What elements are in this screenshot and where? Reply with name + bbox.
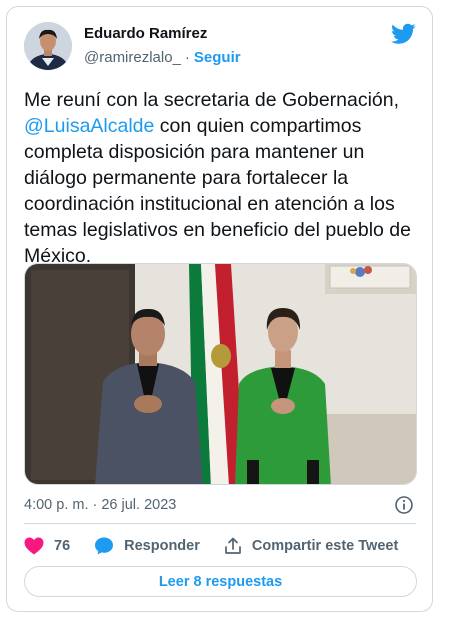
tweet-media-photo[interactable]	[24, 263, 417, 485]
mention-link[interactable]: @LuisaAlcalde	[24, 115, 154, 137]
share-label: Compartir este Tweet	[251, 538, 399, 554]
twitter-bird-icon[interactable]	[391, 23, 416, 45]
follow-button[interactable]: Seguir	[194, 49, 241, 66]
like-count: 76	[54, 538, 71, 554]
reply-label: Responder	[124, 538, 200, 554]
read-replies-button[interactable]: Leer 8 respuestas	[24, 566, 417, 597]
separator-dot: ·	[184, 49, 190, 66]
avatar[interactable]	[24, 22, 72, 70]
author-name[interactable]: Eduardo Ramírez	[84, 25, 207, 42]
author-handle-line: @ramirezlalo_ · Seguir	[84, 49, 241, 66]
share-button[interactable]: Compartir este Tweet	[224, 537, 398, 555]
tweet-actions: 76 Responder Compartir este Tweet	[24, 535, 422, 557]
heart-icon	[24, 537, 44, 555]
tweet-text: Me reuní con la secretaria de Gobernació…	[24, 87, 419, 269]
info-icon[interactable]	[394, 495, 414, 515]
author-handle[interactable]: @ramirezlalo_	[84, 49, 181, 66]
divider	[24, 523, 416, 524]
share-icon	[225, 537, 241, 554]
tweet-text-before: Me reuní con la secretaria de Gobernació…	[24, 89, 405, 111]
reply-bubble-icon	[95, 537, 114, 555]
tweet-text-after: con quien compartimos completa disposici…	[24, 115, 417, 267]
tweet-timestamp[interactable]: 4:00 p. m. · 26 jul. 2023	[24, 497, 176, 513]
like-button[interactable]: 76	[24, 537, 70, 555]
reply-button[interactable]: Responder	[94, 536, 200, 556]
tweet-card: Eduardo Ramírez @ramirezlalo_ · Seguir Me …	[6, 6, 433, 612]
